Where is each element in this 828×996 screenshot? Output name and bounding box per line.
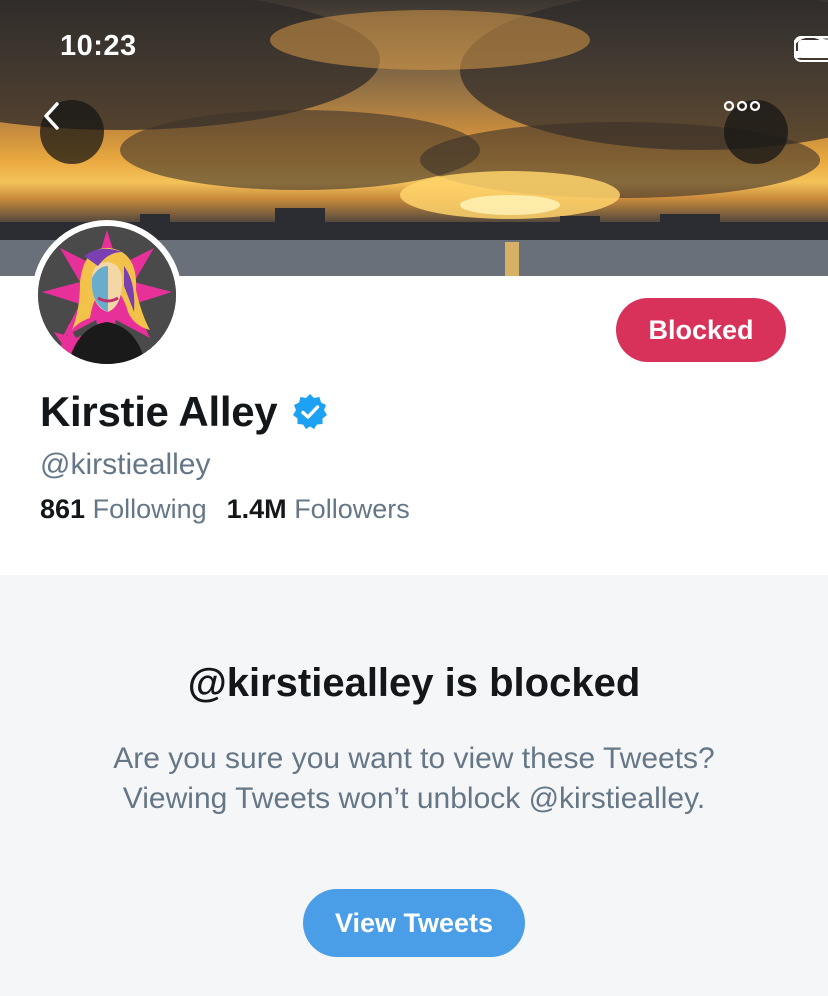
pop-art-portrait-image (38, 226, 176, 364)
back-button[interactable] (40, 100, 104, 164)
followers-label: Followers (294, 494, 410, 524)
more-options-button[interactable] (724, 100, 788, 164)
following-label: Following (92, 494, 207, 524)
blocked-notice-description: Are you sure you want to view these Twee… (113, 742, 715, 815)
blocked-notice-title: @kirstiealley is blocked (187, 661, 641, 705)
profile-avatar[interactable] (32, 220, 182, 370)
following-count: 861 (40, 494, 86, 524)
view-tweets-button[interactable]: View Tweets (303, 889, 525, 957)
battery-icon (794, 36, 828, 62)
profile-stats: 861 Following 1.4M Followers (40, 494, 410, 525)
blocked-button[interactable]: Blocked (616, 298, 786, 362)
status-time: 10:23 (60, 30, 137, 62)
profile-handle: @kirstiealley (40, 448, 211, 481)
following-stat[interactable]: 861 Following (40, 494, 207, 525)
blocked-notice-panel: @kirstiealley is blocked Are you sure yo… (0, 575, 828, 996)
followers-count: 1.4M (226, 494, 287, 524)
display-name: Kirstie Alley (40, 388, 278, 435)
followers-stat[interactable]: 1.4M Followers (227, 494, 410, 525)
back-chevron-icon (44, 102, 59, 130)
verified-badge-icon (293, 394, 328, 429)
avatar-image (38, 226, 176, 364)
name-row: Kirstie Alley (40, 388, 329, 436)
more-options-icon (724, 100, 760, 112)
